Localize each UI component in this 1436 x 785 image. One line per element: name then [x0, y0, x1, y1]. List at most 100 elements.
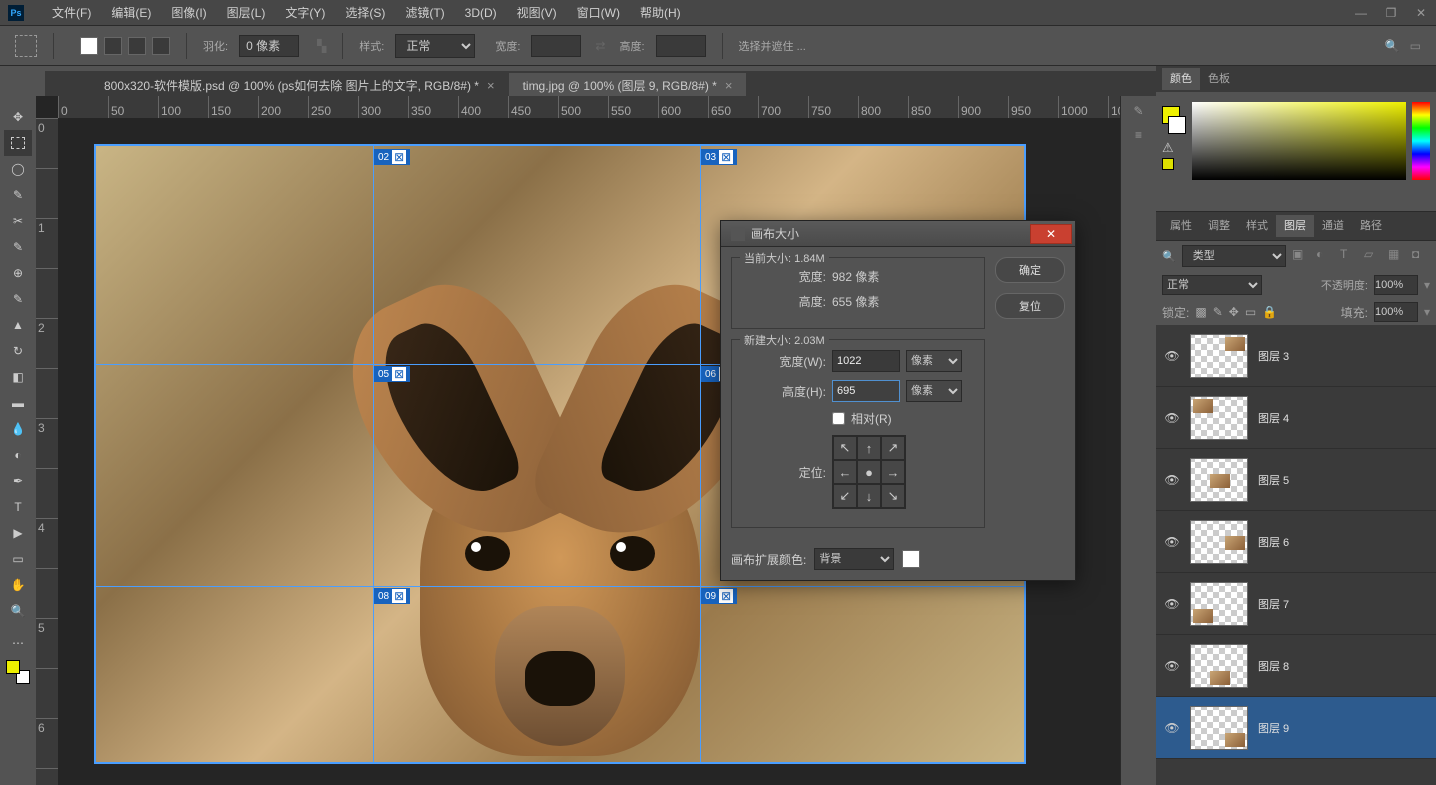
- lasso-tool[interactable]: ◯: [4, 156, 32, 182]
- panel-tab[interactable]: 通道: [1314, 215, 1352, 237]
- relative-checkbox[interactable]: [832, 412, 845, 425]
- slice-badge[interactable]: 08 ⊠: [374, 588, 410, 604]
- layer-thumbnail[interactable]: [1190, 644, 1248, 688]
- new-height-input[interactable]: [832, 380, 900, 402]
- eyedropper-tool[interactable]: ✎: [4, 234, 32, 260]
- filter-image-icon[interactable]: ▣: [1292, 247, 1310, 265]
- new-width-input[interactable]: [832, 350, 900, 372]
- menu-item[interactable]: 文件(F): [42, 0, 101, 26]
- layer-name[interactable]: 图层 3: [1258, 348, 1289, 364]
- layer-thumbnail[interactable]: [1190, 334, 1248, 378]
- layer-filter-select[interactable]: 类型: [1182, 245, 1286, 267]
- eraser-tool[interactable]: ◧: [4, 364, 32, 390]
- crop-tool[interactable]: ✂: [4, 208, 32, 234]
- width-input[interactable]: [531, 35, 581, 57]
- brush-panel-icon[interactable]: ✎: [1127, 104, 1151, 126]
- filter-type-icon[interactable]: T: [1340, 247, 1358, 265]
- lock-transparency-icon[interactable]: ▩: [1195, 305, 1206, 319]
- dodge-tool[interactable]: ◐: [4, 442, 32, 468]
- ok-button[interactable]: 确定: [995, 257, 1065, 283]
- layer-row[interactable]: 👁 图层 5: [1156, 449, 1436, 511]
- vertical-ruler[interactable]: 0123456789: [36, 118, 58, 785]
- reset-button[interactable]: 复位: [995, 293, 1065, 319]
- dialog-titlebar[interactable]: 画布大小 ✕: [721, 221, 1075, 247]
- slice-badge[interactable]: 05 ⊠: [374, 366, 410, 382]
- filter-adjust-icon[interactable]: ◐: [1316, 247, 1334, 265]
- panel-tab[interactable]: 图层: [1276, 215, 1314, 237]
- hand-tool[interactable]: ✋: [4, 572, 32, 598]
- menu-item[interactable]: 窗口(W): [567, 0, 630, 26]
- background-swatch[interactable]: [1168, 116, 1186, 134]
- height-input[interactable]: [656, 35, 706, 57]
- layer-thumbnail[interactable]: [1190, 706, 1248, 750]
- menu-item[interactable]: 选择(S): [335, 0, 395, 26]
- anchor-grid[interactable]: ↖↑↗ ←●→ ↙↓↘: [832, 435, 906, 509]
- visibility-icon[interactable]: 👁: [1164, 535, 1180, 549]
- visibility-icon[interactable]: 👁: [1164, 473, 1180, 487]
- menu-item[interactable]: 帮助(H): [630, 0, 691, 26]
- pen-tool[interactable]: ✒: [4, 468, 32, 494]
- marquee-tool[interactable]: [4, 130, 32, 156]
- filter-smart-icon[interactable]: ▦: [1388, 247, 1406, 265]
- menu-item[interactable]: 视图(V): [507, 0, 567, 26]
- slice-badge[interactable]: 02 ⊠: [374, 149, 410, 165]
- feather-input[interactable]: [239, 35, 299, 57]
- canvas-ext-color[interactable]: [902, 550, 920, 568]
- menu-item[interactable]: 图像(I): [161, 0, 216, 26]
- swap-icon[interactable]: ⇄: [595, 39, 605, 53]
- selection-add-icon[interactable]: [104, 37, 122, 55]
- filter-toggle-icon[interactable]: ◘: [1412, 247, 1430, 265]
- layer-row[interactable]: 👁图层 4: [1156, 387, 1436, 449]
- menu-item[interactable]: 文字(Y): [275, 0, 335, 26]
- healing-tool[interactable]: ⊕: [4, 260, 32, 286]
- panel-tab[interactable]: 属性: [1162, 215, 1200, 237]
- visibility-icon[interactable]: 👁: [1164, 721, 1180, 735]
- width-unit-select[interactable]: 像素: [906, 350, 962, 372]
- color-spectrum[interactable]: [1192, 102, 1406, 180]
- menu-item[interactable]: 图层(L): [217, 0, 276, 26]
- layer-thumbnail[interactable]: [1190, 396, 1248, 440]
- swatches-tab[interactable]: 色板: [1200, 68, 1238, 90]
- visibility-icon[interactable]: 👁: [1164, 349, 1180, 363]
- menu-item[interactable]: 编辑(E): [101, 0, 161, 26]
- filter-shape-icon[interactable]: ▱: [1364, 247, 1382, 265]
- layer-row[interactable]: 👁 图层 3: [1156, 325, 1436, 387]
- refine-edge-button[interactable]: 选择并遮住 ...: [739, 38, 806, 54]
- workspace-icon[interactable]: ▭: [1410, 39, 1421, 53]
- zoom-tool[interactable]: 🔍: [4, 598, 32, 624]
- lock-artboard-icon[interactable]: ▭: [1245, 305, 1256, 319]
- search-icon[interactable]: 🔍: [1385, 39, 1400, 53]
- layer-name[interactable]: 图层 9: [1258, 720, 1289, 736]
- tool-preset-icon[interactable]: [15, 35, 37, 57]
- layer-name[interactable]: 图层 5: [1258, 472, 1289, 488]
- dialog-close-button[interactable]: ✕: [1030, 224, 1072, 244]
- quick-select-tool[interactable]: ✎: [4, 182, 32, 208]
- layer-row[interactable]: 👁图层 7: [1156, 573, 1436, 635]
- canvas-ext-select[interactable]: 背景: [814, 548, 894, 570]
- visibility-icon[interactable]: 👁: [1164, 411, 1180, 425]
- path-select-tool[interactable]: ▶: [4, 520, 32, 546]
- layer-row[interactable]: 👁 图层 6: [1156, 511, 1436, 573]
- brush-tool[interactable]: ✎: [4, 286, 32, 312]
- close-button[interactable]: ✕: [1406, 0, 1436, 26]
- stamp-tool[interactable]: ▲: [4, 312, 32, 338]
- layer-thumbnail[interactable]: [1190, 520, 1248, 564]
- layer-row[interactable]: 👁 图层 9: [1156, 697, 1436, 759]
- height-unit-select[interactable]: 像素: [906, 380, 962, 402]
- selection-subtract-icon[interactable]: [128, 37, 146, 55]
- style-select[interactable]: 正常: [395, 34, 475, 58]
- layer-name[interactable]: 图层 6: [1258, 534, 1289, 550]
- slice-badge[interactable]: 09 ⊠: [701, 588, 737, 604]
- color-swatches[interactable]: [6, 660, 30, 684]
- move-tool[interactable]: ✥: [4, 104, 32, 130]
- panel-tab[interactable]: 调整: [1200, 215, 1238, 237]
- opacity-input[interactable]: [1374, 275, 1418, 295]
- gradient-tool[interactable]: ▬: [4, 390, 32, 416]
- panel-tab[interactable]: 样式: [1238, 215, 1276, 237]
- minimize-button[interactable]: —: [1346, 0, 1376, 26]
- lock-pixels-icon[interactable]: ✎: [1213, 305, 1223, 319]
- layer-name[interactable]: 图层 8: [1258, 658, 1289, 674]
- layer-thumbnail[interactable]: [1190, 458, 1248, 502]
- slice-badge[interactable]: 03 ⊠: [701, 149, 737, 165]
- gamut-color[interactable]: [1162, 158, 1174, 170]
